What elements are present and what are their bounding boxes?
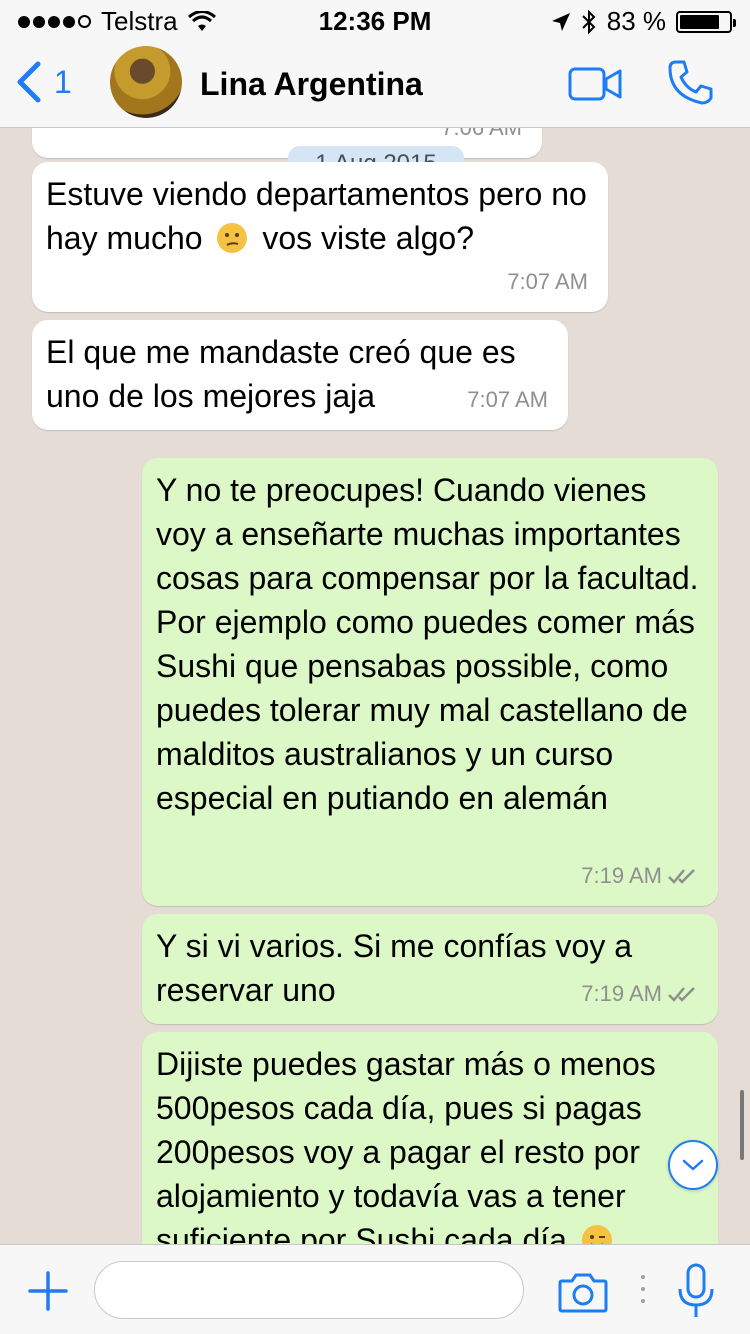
message-list[interactable]: 7:06 AM 1 Aug 2015 Estuve viendo departa… — [0, 128, 750, 1244]
contact-name[interactable]: Lina Argentina — [200, 66, 423, 103]
message-bubble-partial[interactable]: 7:06 AM — [32, 128, 542, 158]
chevron-left-icon — [17, 61, 41, 103]
message-bubble-incoming[interactable]: El que me mandaste creó que es uno de lo… — [32, 320, 568, 430]
more-dots-icon — [641, 1275, 645, 1303]
winking-face-icon — [581, 1225, 612, 1244]
read-receipt-double-check-icon — [668, 869, 695, 884]
location-arrow-icon — [551, 12, 570, 31]
message-text: Y no te preocupes! Cuando vienes voy a e… — [156, 472, 699, 816]
message-bubble-outgoing[interactable]: Dijiste puedes gastar más o menos 500pes… — [142, 1032, 718, 1244]
bluetooth-icon — [582, 9, 596, 34]
message-bubble-outgoing[interactable]: Y si vi varios. Si me confías voy a rese… — [142, 914, 718, 1024]
video-call-icon[interactable] — [568, 66, 622, 102]
confused-face-icon — [217, 223, 248, 253]
attach-plus-icon[interactable] — [28, 1271, 68, 1311]
message-time: 7:07 AM — [507, 269, 588, 294]
message-time-status: 7:19 AM — [581, 854, 698, 898]
message-text: Dijiste puedes gastar más o menos 500pes… — [156, 1046, 656, 1244]
message-bubble-outgoing[interactable]: Y no te preocupes! Cuando vienes voy a e… — [142, 458, 718, 906]
scroll-to-bottom-button[interactable] — [668, 1140, 718, 1190]
composer-bar — [0, 1244, 750, 1334]
message-time: 7:19 AM — [581, 863, 662, 888]
status-right: 83 % — [551, 6, 736, 37]
phone-call-icon[interactable] — [666, 58, 714, 106]
message-text: El que me mandaste creó que es uno de lo… — [46, 334, 516, 414]
camera-icon[interactable] — [558, 1271, 608, 1313]
unread-count: 1 — [54, 63, 72, 100]
message-time-status: 7:19 AM — [581, 972, 698, 1016]
chat-header: 1 Lina Argentina — [0, 40, 750, 128]
message-bubble-incoming[interactable]: Estuve viendo departamentos pero no hay … — [32, 162, 608, 312]
back-button[interactable]: 1 — [14, 60, 72, 104]
message-text-continued: vos viste algo? — [262, 220, 474, 256]
message-time: 7:19 AM — [581, 981, 662, 1006]
message-time: 7:07 AM — [467, 387, 548, 412]
message-input[interactable] — [94, 1261, 524, 1319]
avatar[interactable] — [110, 46, 182, 118]
message-text: Y si vi varios. Si me confías voy a rese… — [156, 928, 633, 1008]
battery-percent: 83 % — [606, 6, 666, 36]
chevron-down-icon — [682, 1159, 704, 1171]
battery-icon — [676, 10, 736, 33]
scrollbar[interactable] — [740, 1090, 744, 1160]
status-bar: Telstra 12:36 PM 83 % — [0, 0, 750, 40]
microphone-icon[interactable] — [676, 1263, 716, 1319]
read-receipt-double-check-icon — [668, 987, 695, 1002]
